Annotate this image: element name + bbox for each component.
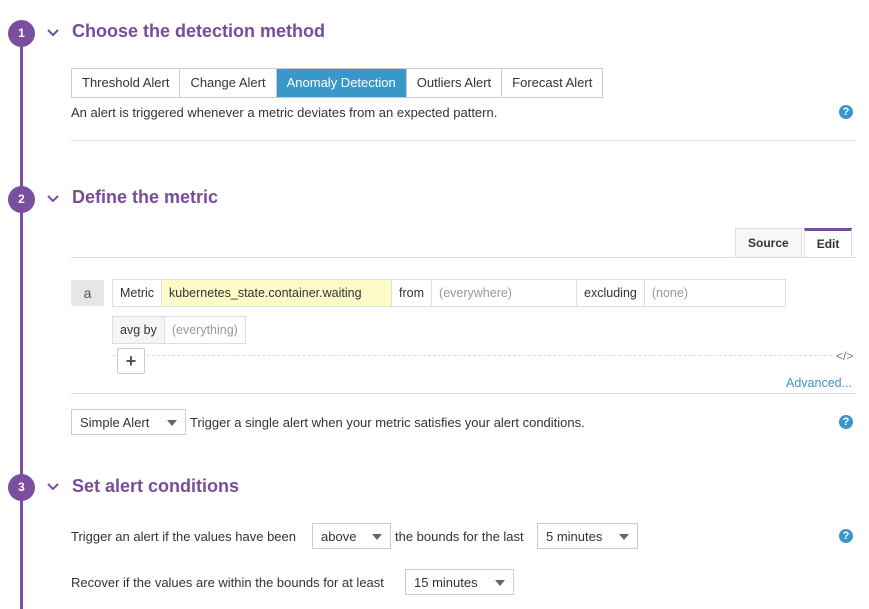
alert-type-description: Trigger a single alert when your metric … [190, 415, 585, 430]
detection-description: An alert is triggered whenever a metric … [71, 105, 498, 120]
recover-window-select[interactable]: 15 minutes [405, 569, 514, 595]
section-title-detection: Choose the detection method [72, 21, 326, 41]
add-query-button[interactable]: + [117, 348, 145, 374]
metric-name-field[interactable]: kubernetes_state.container.waiting [162, 280, 393, 306]
recover-label: Recover if the values are within the bou… [71, 575, 384, 590]
from-field[interactable]: (everywhere) [432, 280, 578, 306]
chevron-down-icon[interactable] [46, 26, 60, 40]
tab-forecast-alert[interactable]: Forecast Alert [502, 69, 603, 97]
avg-by-label[interactable]: avg by [113, 317, 165, 343]
divider [71, 140, 856, 141]
chevron-down-icon[interactable] [46, 192, 60, 206]
help-icon[interactable]: ? [839, 529, 853, 543]
window-select[interactable]: 5 minutes [537, 523, 638, 549]
step-3-badge: 3 [8, 474, 35, 501]
direction-select[interactable]: above [312, 523, 391, 549]
trigger-window-label: the bounds for the last [395, 529, 524, 544]
step-1-badge: 1 [8, 20, 35, 47]
progress-rail [20, 32, 23, 609]
help-icon[interactable]: ? [839, 105, 853, 119]
query-letter: a [71, 280, 104, 306]
divider [71, 257, 856, 258]
source-edit-tabs: Source Edit [735, 228, 853, 257]
excluding-label: excluding [577, 280, 645, 306]
section-title-conditions: Set alert conditions [72, 476, 240, 496]
detection-method-tabs: Threshold Alert Change Alert Anomaly Det… [71, 68, 604, 98]
step-2-badge: 2 [8, 186, 35, 213]
tab-outliers-alert[interactable]: Outliers Alert [406, 69, 503, 97]
caret-down-icon [167, 420, 177, 426]
help-icon[interactable]: ? [839, 415, 853, 429]
alert-type-value: Simple Alert [80, 415, 150, 430]
caret-down-icon [619, 534, 629, 540]
excluding-field[interactable]: (none) [645, 280, 695, 306]
alert-type-select[interactable]: Simple Alert [71, 409, 186, 435]
recover-window-value: 15 minutes [414, 575, 478, 590]
metric-label: Metric [113, 280, 163, 306]
tab-edit[interactable]: Edit [803, 228, 853, 257]
query-editor: Metric kubernetes_state.container.waitin… [112, 279, 786, 307]
tab-source[interactable]: Source [735, 228, 802, 257]
caret-down-icon [495, 580, 505, 586]
caret-down-icon [372, 534, 382, 540]
chevron-down-icon[interactable] [46, 480, 60, 494]
section-title-metric: Define the metric [72, 187, 219, 207]
from-label: from [392, 280, 433, 306]
aggregation-field: avg by (everything) [112, 316, 246, 344]
tab-change-alert[interactable]: Change Alert [180, 69, 277, 97]
divider [71, 393, 856, 394]
divider [112, 355, 832, 356]
trigger-label: Trigger an alert if the values have been [71, 529, 296, 544]
advanced-link[interactable]: Advanced... [786, 376, 852, 390]
group-by-field[interactable]: (everything) [165, 317, 245, 343]
tab-threshold-alert[interactable]: Threshold Alert [72, 69, 181, 97]
direction-value: above [321, 529, 357, 544]
window-value: 5 minutes [546, 529, 603, 544]
tab-anomaly-detection[interactable]: Anomaly Detection [276, 69, 407, 97]
code-icon[interactable]: </> [836, 349, 853, 363]
